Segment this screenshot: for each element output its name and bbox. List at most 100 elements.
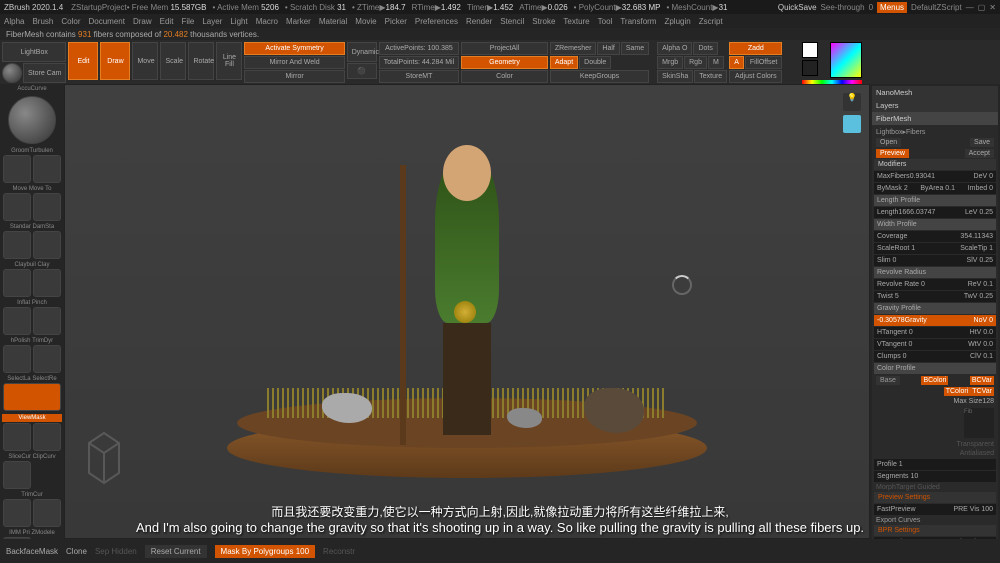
gravity-profile-button[interactable]: Gravity Profile (874, 303, 996, 314)
fastpreview-slider[interactable]: FastPreviewPRE Vis 100 (874, 504, 996, 515)
keepgroups-button[interactable]: KeepGroups (550, 70, 649, 83)
scaleroot-slider[interactable]: ScaleRoot 1ScaleTip 1 (874, 243, 996, 254)
minimize-icon[interactable]: — (966, 3, 974, 12)
geometry-button[interactable]: Geometry (461, 56, 548, 69)
revolve-rate-slider[interactable]: Revolve Rate 0ReV 0.1 (874, 279, 996, 290)
edit-button[interactable]: Edit (68, 42, 98, 80)
save-button[interactable]: Save (970, 138, 994, 147)
double-button[interactable]: Double (579, 56, 611, 69)
base-color-label[interactable]: Base (876, 376, 900, 385)
revolve-radius-button[interactable]: Revolve Radius (874, 267, 996, 278)
filloffset-button[interactable]: FillOffset (745, 56, 783, 69)
reconstr-button[interactable]: Reconstr (323, 547, 355, 556)
menu-alpha[interactable]: Alpha (4, 17, 24, 26)
tool-viewmask[interactable] (3, 383, 61, 411)
texture-button[interactable]: Texture (694, 70, 727, 83)
maximize-icon[interactable]: ▢ (978, 3, 986, 12)
fibermesh-header[interactable]: FiberMesh (872, 112, 998, 125)
linefill-button[interactable]: Line Fill (216, 42, 242, 80)
htangent-slider[interactable]: HTangent 0HtV 0.0 (874, 327, 996, 338)
menu-stencil[interactable]: Stencil (500, 17, 524, 26)
half-button[interactable]: Half (597, 42, 619, 55)
skinsha-button[interactable]: SkinSha (657, 70, 693, 83)
tool-hpolish[interactable] (3, 307, 31, 335)
menu-movie[interactable]: Movie (355, 17, 376, 26)
color-gradient[interactable] (830, 42, 862, 78)
menu-draw[interactable]: Draw (133, 17, 152, 26)
coverage-slider[interactable]: Coverage 354.11343 (874, 231, 996, 242)
clumps-slider[interactable]: Clumps 0ClV 0.1 (874, 351, 996, 362)
segments-slider[interactable]: Segments 10 (874, 471, 996, 482)
backfacemask-button[interactable]: BackfaceMask (6, 547, 58, 556)
zremesher-button[interactable]: ZRemesher (550, 42, 597, 55)
tool-pinch[interactable] (33, 269, 61, 297)
twist-slider[interactable]: Twist 5TwV 0.25 (874, 291, 996, 302)
transparent-toggle[interactable]: Transparent (957, 441, 994, 448)
clone-button[interactable]: Clone (66, 547, 87, 556)
menu-color[interactable]: Color (61, 17, 80, 26)
tool-trimcurve[interactable] (3, 461, 31, 489)
mask-by-polygroups-slider[interactable]: Mask By Polygroups 100 (215, 545, 316, 558)
default-zscript[interactable]: DefaultZScript (911, 3, 962, 12)
gravity-slider[interactable]: -0.30578 GravityNoV 0 (874, 315, 996, 326)
open-button[interactable]: Open (876, 138, 901, 147)
tool-groomturb[interactable]: GroomTurbulen (2, 148, 62, 154)
texture-thumb[interactable]: Fib (964, 408, 994, 438)
tool-selectlasso[interactable] (3, 345, 31, 373)
rootaniso-slider[interactable]: RootAniso 0TipAniso 75 (874, 537, 996, 539)
menu-zplugin[interactable]: Zplugin (664, 17, 690, 26)
menu-document[interactable]: Document (89, 17, 125, 26)
layers-header[interactable]: Layers (872, 99, 998, 112)
bymask-slider[interactable]: ByMask 2 ByArea 0.1 Imbed 0 (874, 183, 996, 194)
tool-zmodeler[interactable] (33, 499, 61, 527)
menu-preferences[interactable]: Preferences (415, 17, 458, 26)
color-button[interactable]: Color (461, 70, 548, 83)
mirror-weld-button[interactable]: Mirror And Weld (244, 56, 344, 69)
lightbox-button[interactable]: LightBox (2, 42, 66, 62)
sphere-brush[interactable] (2, 63, 22, 83)
seethrough-value[interactable]: 0 (869, 3, 873, 12)
move-button[interactable]: Move (132, 42, 158, 80)
tool-claybuild[interactable] (3, 231, 31, 259)
rgb-button[interactable]: Rgb (684, 56, 707, 69)
lightbox-fibers-button[interactable]: Lightbox▸Fibers (876, 128, 925, 136)
bcvar-button[interactable]: BCVar (970, 376, 994, 385)
tool-standard[interactable] (3, 193, 31, 221)
modifiers-header[interactable]: Modifiers (874, 159, 996, 170)
slim-slider[interactable]: Slim 0SlV 0.25 (874, 255, 996, 266)
nanomesh-header[interactable]: NanoMesh (872, 86, 998, 99)
projectall-button[interactable]: ProjectAll (461, 42, 548, 55)
menu-edit[interactable]: Edit (160, 17, 174, 26)
length-profile-button[interactable]: Length Profile (874, 195, 996, 206)
quicksave-button[interactable]: QuickSave (778, 3, 817, 12)
menu-stroke[interactable]: Stroke (532, 17, 555, 26)
mrgb-button[interactable]: Mrgb (657, 56, 683, 69)
reset-current-button[interactable]: Reset Current (145, 545, 207, 558)
a-button[interactable]: A (729, 56, 744, 69)
tool-move[interactable] (3, 155, 31, 183)
storecam-button[interactable]: Store Cam (23, 63, 66, 83)
width-profile-button[interactable]: Width Profile (874, 219, 996, 230)
tool-clipcurve[interactable] (33, 423, 61, 451)
rotate-button[interactable]: Rotate (188, 42, 214, 80)
color-swatch-dark[interactable] (802, 60, 818, 76)
bpr-settings-header[interactable]: BPR Settings (874, 525, 996, 536)
accept-button[interactable]: Accept (965, 149, 994, 158)
close-icon[interactable]: ✕ (989, 3, 996, 12)
color-swatch-light[interactable] (802, 42, 818, 58)
profile-slider[interactable]: Profile 1 (874, 459, 996, 470)
menu-tool[interactable]: Tool (598, 17, 613, 26)
viewport[interactable]: 💡 (64, 84, 870, 539)
preview-settings-header[interactable]: Preview Settings (874, 492, 996, 503)
menu-file[interactable]: File (181, 17, 194, 26)
menu-macro[interactable]: Macro (256, 17, 278, 26)
menu-marker[interactable]: Marker (286, 17, 311, 26)
tool-trimdyn[interactable] (33, 307, 61, 335)
menu-brush[interactable]: Brush (32, 17, 53, 26)
color-profile-button[interactable]: Color Profile (874, 363, 996, 374)
menu-transform[interactable]: Transform (620, 17, 656, 26)
antialiased-toggle[interactable]: Antialiased (960, 450, 994, 457)
tool-clay[interactable] (33, 231, 61, 259)
draw-button[interactable]: Draw (100, 42, 130, 80)
canvas-3d[interactable] (65, 85, 869, 538)
